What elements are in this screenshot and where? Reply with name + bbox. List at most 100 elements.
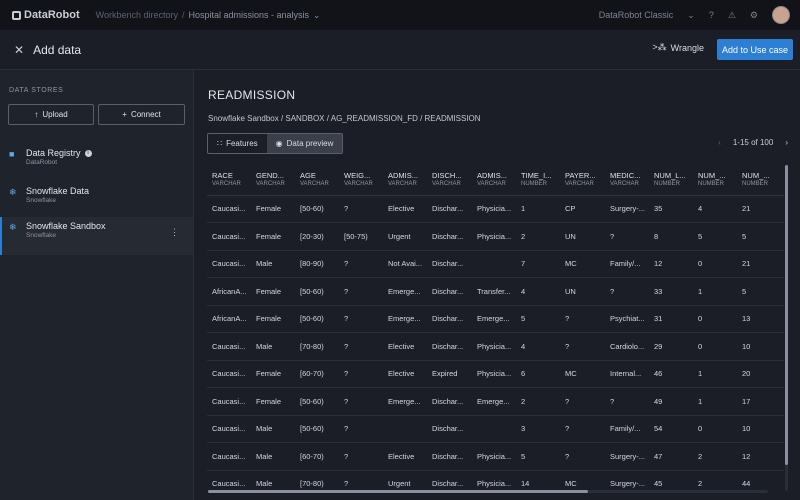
- page-header: ✕ Add data >⁂ Wrangle Add to Use case: [0, 30, 800, 70]
- logo-mark-icon: [12, 10, 21, 20]
- table-cell: Caucasi...: [207, 442, 251, 471]
- column-header[interactable]: ADMIS... VARCHAR: [472, 163, 516, 196]
- column-type: VARCHAR: [565, 180, 594, 187]
- table-cell: Female: [251, 277, 295, 306]
- table-cell: 6: [516, 360, 560, 388]
- table-cell: 12: [649, 250, 693, 278]
- table-cell: Male: [251, 442, 295, 471]
- account-switcher[interactable]: DataRobot Classic: [599, 10, 674, 20]
- column-header[interactable]: NUM_... NUMBER: [737, 163, 784, 196]
- column-header[interactable]: TIME_I... NUMBER: [516, 163, 560, 196]
- table-title: READMISSION: [208, 88, 296, 102]
- table-cell: ?: [339, 442, 383, 471]
- table-cell: Surgery-...: [605, 195, 649, 223]
- table-cell: Female: [251, 387, 295, 416]
- table-cell: [472, 250, 516, 278]
- column-name: ADMIS...: [388, 170, 419, 180]
- table-cell: 33: [649, 277, 693, 306]
- column-header[interactable]: RACE VARCHAR: [207, 163, 251, 196]
- chevron-left-icon[interactable]: ‹: [718, 138, 721, 147]
- settings-icon[interactable]: ⚙: [750, 10, 758, 21]
- table-cell: Physicia...: [472, 332, 516, 361]
- table-cell: Elective: [383, 195, 427, 223]
- table-row: Caucasi... Female [50-60)? Emerge... Dischar…: [207, 387, 784, 416]
- connect-button[interactable]: + Connect: [98, 104, 185, 125]
- data-stores-sidebar: DATA STORES ↑ Upload + Connect ■ Data Re…: [0, 70, 194, 500]
- table-cell: Surgery-...: [605, 442, 649, 471]
- close-icon[interactable]: ✕: [14, 43, 24, 57]
- scrollbar-thumb[interactable]: [785, 165, 788, 465]
- table-cell: Emerge...: [383, 277, 427, 306]
- table-cell: 0: [693, 250, 737, 278]
- datarobot-logo[interactable]: DataRobot: [12, 9, 80, 21]
- column-name: NUM_...: [698, 170, 726, 180]
- table-cell: [50-60): [295, 387, 339, 416]
- table-cell: UN: [560, 277, 605, 306]
- help-icon[interactable]: ?: [709, 10, 714, 20]
- table-cell: Physicia...: [472, 360, 516, 388]
- column-type: VARCHAR: [212, 180, 241, 187]
- chevron-down-icon[interactable]: ⌄: [687, 10, 695, 21]
- upload-button[interactable]: ↑ Upload: [8, 104, 94, 125]
- data-store-data-registry[interactable]: ■ Data Registry i DataRobot: [0, 144, 193, 182]
- table-cell: 8: [649, 222, 693, 251]
- column-name: MEDIC...: [610, 170, 641, 180]
- table-row: Caucasi... Female [20-30) [50-75) Urgent Disc…: [207, 222, 784, 251]
- column-header[interactable]: WEIG... VARCHAR: [339, 163, 383, 196]
- chevron-down-icon[interactable]: ⌄: [313, 10, 321, 21]
- table-cell: Caucasi...: [207, 195, 251, 223]
- avatar[interactable]: [772, 6, 790, 24]
- column-header[interactable]: NUM_... NUMBER: [693, 163, 737, 196]
- info-icon[interactable]: i: [84, 149, 92, 157]
- column-header[interactable]: PAYER... VARCHAR: [560, 163, 605, 196]
- table-cell: [60-70): [295, 360, 339, 388]
- table-cell: Dischar...: [427, 222, 472, 251]
- tab-data-preview[interactable]: ◉ Data preview: [266, 134, 343, 153]
- folder-icon: ■: [9, 149, 15, 159]
- column-header[interactable]: MEDIC... VARCHAR: [605, 163, 649, 196]
- table-cell: Male: [251, 415, 295, 443]
- table-cell: 46: [649, 360, 693, 388]
- breadcrumb-use-case[interactable]: Hospital admissions - analysis: [189, 10, 310, 20]
- column-header[interactable]: DISCH... VARCHAR: [427, 163, 472, 196]
- table-cell: Psychiat...: [605, 305, 649, 333]
- wrangle-button[interactable]: >⁂ Wrangle: [652, 42, 704, 53]
- column-header[interactable]: AGE VARCHAR: [295, 163, 339, 196]
- scrollbar-thumb[interactable]: [208, 490, 588, 493]
- table-cell: 2: [693, 442, 737, 471]
- table-cell: 7: [516, 250, 560, 278]
- tab-features[interactable]: ∷ Features: [208, 134, 267, 153]
- table-cell: Elective: [383, 332, 427, 361]
- table-cell: [50-60): [295, 415, 339, 443]
- column-header[interactable]: GEND... VARCHAR: [251, 163, 295, 196]
- column-type: VARCHAR: [477, 180, 506, 187]
- notifications-icon[interactable]: ⚠: [728, 10, 736, 21]
- plus-icon: +: [122, 110, 127, 119]
- tab-data-preview-label: Data preview: [286, 139, 334, 148]
- add-to-use-case-button[interactable]: Add to Use case: [717, 39, 793, 60]
- table-cell: 29: [649, 332, 693, 361]
- table-cell: [50-60): [295, 305, 339, 333]
- table-cell: 12: [737, 442, 784, 471]
- table-cell: 5: [516, 442, 560, 471]
- more-options-icon[interactable]: ⋮: [170, 227, 179, 238]
- data-store-snowflake-data[interactable]: ❄ Snowflake Data Snowflake: [0, 182, 193, 220]
- vertical-scrollbar[interactable]: [785, 165, 788, 491]
- data-store-snowflake-sandbox[interactable]: ❄ Snowflake Sandbox Snowflake ⋮: [0, 217, 193, 255]
- horizontal-scrollbar[interactable]: [208, 490, 768, 493]
- column-header[interactable]: ADMIS... VARCHAR: [383, 163, 427, 196]
- breadcrumb-workbench[interactable]: Workbench directory: [96, 10, 178, 20]
- table-cell: 5: [737, 277, 784, 306]
- column-name: NUM_L...: [654, 170, 686, 180]
- chevron-right-icon[interactable]: ›: [785, 138, 788, 147]
- table-header-row: RACE VARCHAR GEND... VARCHAR AGE VARCHAR WEIG.…: [207, 163, 784, 196]
- table-cell: Transfer...: [472, 277, 516, 306]
- table-cell: [472, 415, 516, 443]
- column-type: NUMBER: [521, 180, 548, 187]
- table-cell: ?: [605, 277, 649, 306]
- table-cell: Not Avai...: [383, 250, 427, 278]
- column-header[interactable]: NUM_L... NUMBER: [649, 163, 693, 196]
- column-type: VARCHAR: [344, 180, 373, 187]
- table-cell: Elective: [383, 360, 427, 388]
- table-cell: MC: [560, 250, 605, 278]
